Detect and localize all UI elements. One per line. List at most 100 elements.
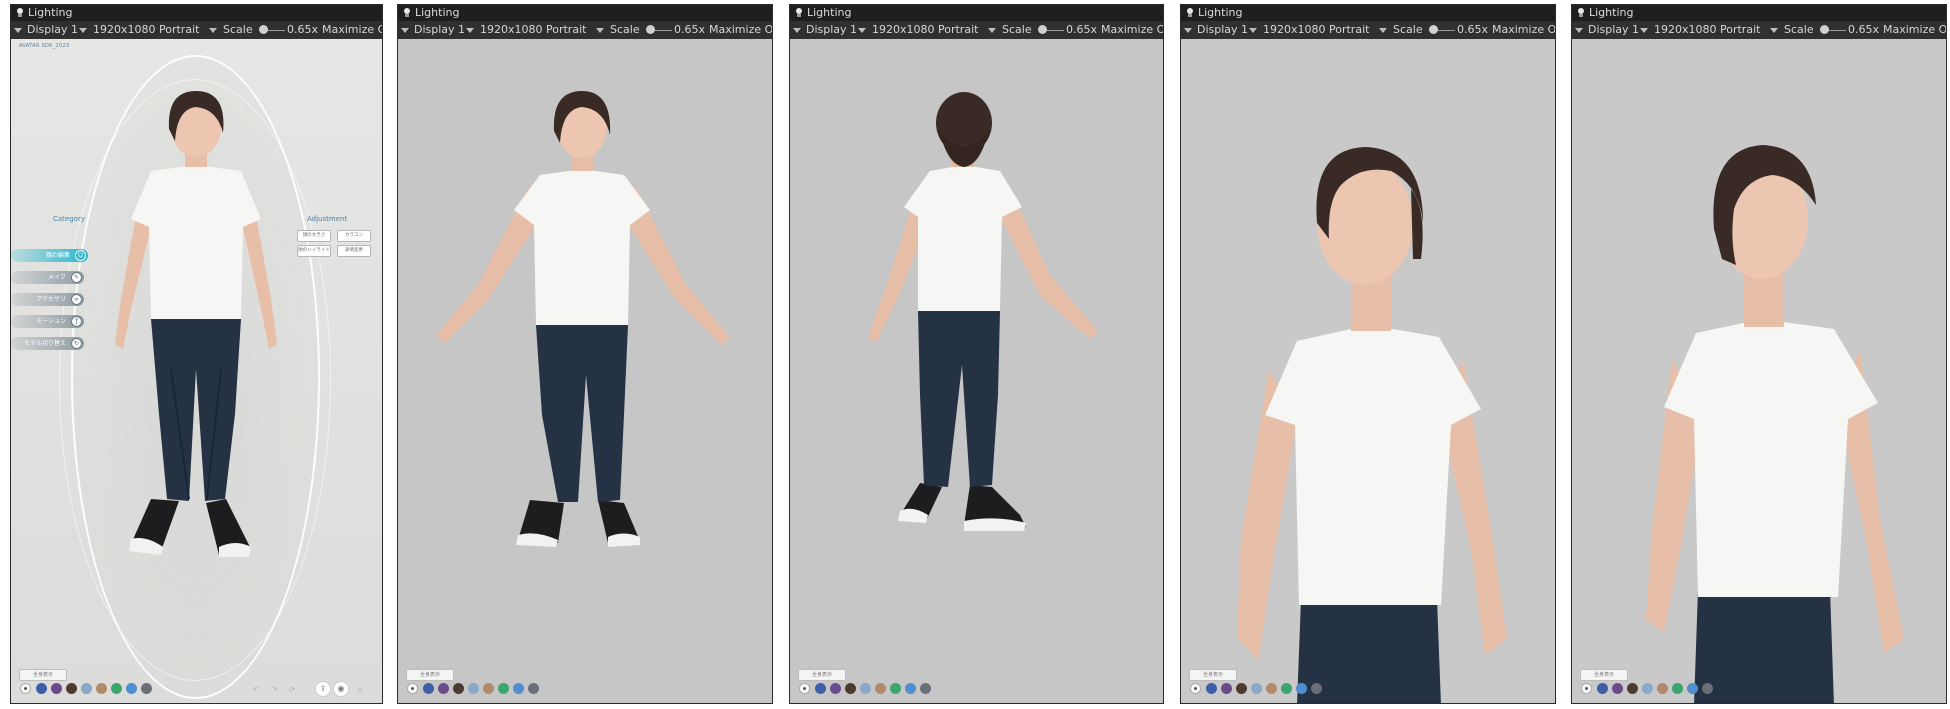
environment-swatch-7[interactable] bbox=[513, 683, 524, 694]
swatch-reset-icon[interactable] bbox=[1190, 683, 1201, 694]
swatch-reset-icon[interactable] bbox=[1581, 683, 1592, 694]
environment-swatch-2[interactable] bbox=[830, 683, 841, 694]
environment-swatch-4[interactable] bbox=[860, 683, 871, 694]
environment-swatch-7[interactable] bbox=[1687, 683, 1698, 694]
environment-swatch-3[interactable] bbox=[66, 683, 77, 694]
scale-slider-knob[interactable] bbox=[1820, 25, 1829, 34]
environment-swatch-4[interactable] bbox=[1642, 683, 1653, 694]
environment-swatch-6[interactable] bbox=[890, 683, 901, 694]
environment-swatch-8[interactable] bbox=[141, 683, 152, 694]
resolution-chevron-down-icon[interactable] bbox=[1379, 28, 1387, 33]
environment-swatch-8[interactable] bbox=[1702, 683, 1713, 694]
environment-swatch-2[interactable] bbox=[51, 683, 62, 694]
environment-swatch-4[interactable] bbox=[81, 683, 92, 694]
environment-swatch-5[interactable] bbox=[1657, 683, 1668, 694]
display-dropdown[interactable]: Display 1 bbox=[1197, 21, 1248, 39]
display-chevron-down-icon[interactable] bbox=[1640, 28, 1648, 33]
adjust-face-highlight-button[interactable]: 顔のハイライト bbox=[297, 245, 331, 257]
menu-face-edit-button[interactable]: 顔の編集 ☺ bbox=[11, 249, 88, 262]
environment-swatch-3[interactable] bbox=[1236, 683, 1247, 694]
resolution-chevron-down-icon[interactable] bbox=[209, 28, 217, 33]
display-chevron-down-icon[interactable] bbox=[79, 28, 87, 33]
menu-accessory-button[interactable]: アクセサリ ∞ bbox=[11, 293, 84, 306]
maximize-on-play-toggle[interactable]: Maximize On P bbox=[1492, 21, 1555, 39]
avatar-figure-front-tpose[interactable] bbox=[418, 75, 754, 695]
resolution-dropdown[interactable]: 1920x1080 Portrait bbox=[93, 21, 199, 39]
environment-swatch-2[interactable] bbox=[438, 683, 449, 694]
resolution-dropdown[interactable]: 1920x1080 Portrait bbox=[1654, 21, 1760, 39]
display-dropdown[interactable]: Display 1 bbox=[27, 21, 78, 39]
adjust-expression-button[interactable]: 表情変更 bbox=[337, 245, 371, 257]
menu-motion-button[interactable]: モーション ƒ bbox=[11, 315, 84, 328]
environment-swatch-6[interactable] bbox=[498, 683, 509, 694]
display-chevron-down-icon[interactable] bbox=[1249, 28, 1257, 33]
environment-swatch-8[interactable] bbox=[1311, 683, 1322, 694]
environment-swatch-6[interactable] bbox=[111, 683, 122, 694]
environment-swatch-3[interactable] bbox=[845, 683, 856, 694]
environment-swatch-4[interactable] bbox=[468, 683, 479, 694]
environment-swatch-7[interactable] bbox=[126, 683, 137, 694]
scale-slider-knob[interactable] bbox=[1038, 25, 1047, 34]
environment-swatch-1[interactable] bbox=[1206, 683, 1217, 694]
avatar-figure-back[interactable] bbox=[860, 75, 1120, 695]
full-body-view-button[interactable]: 全身表示 bbox=[798, 669, 846, 681]
environment-swatch-6[interactable] bbox=[1281, 683, 1292, 694]
scale-slider-knob[interactable] bbox=[259, 25, 268, 34]
menu-arrow-icon[interactable] bbox=[1184, 28, 1192, 33]
environment-swatch-5[interactable] bbox=[96, 683, 107, 694]
environment-swatch-1[interactable] bbox=[36, 683, 47, 694]
full-body-view-button[interactable]: 全身表示 bbox=[1580, 669, 1628, 681]
menu-arrow-icon[interactable] bbox=[14, 28, 22, 33]
resolution-chevron-down-icon[interactable] bbox=[596, 28, 604, 33]
environment-swatch-8[interactable] bbox=[920, 683, 931, 694]
display-dropdown[interactable]: Display 1 bbox=[414, 21, 465, 39]
environment-swatch-6[interactable] bbox=[1672, 683, 1683, 694]
avatar-figure-front[interactable] bbox=[101, 69, 291, 703]
environment-swatch-5[interactable] bbox=[875, 683, 886, 694]
menu-arrow-icon[interactable] bbox=[1575, 28, 1583, 33]
maximize-on-play-toggle[interactable]: Maximize On P bbox=[1101, 21, 1163, 39]
adjust-color-contact-button[interactable]: カラコン bbox=[337, 230, 371, 242]
display-dropdown[interactable]: Display 1 bbox=[806, 21, 857, 39]
swatch-reset-icon[interactable] bbox=[20, 683, 31, 694]
full-body-view-button[interactable]: 全身表示 bbox=[19, 669, 67, 681]
reset-icon[interactable]: ⟳ bbox=[285, 683, 299, 697]
avatar-figure-closeup-left[interactable] bbox=[1201, 119, 1541, 703]
display-chevron-down-icon[interactable] bbox=[858, 28, 866, 33]
maximize-on-play-toggle[interactable]: Maximize On P bbox=[709, 21, 772, 39]
menu-arrow-icon[interactable] bbox=[401, 28, 409, 33]
maximize-on-play-toggle[interactable]: Maximize On P bbox=[1883, 21, 1946, 39]
menu-switch-model-button[interactable]: モデル切り替え ↻ bbox=[11, 337, 84, 350]
undo-icon[interactable]: ↶ bbox=[249, 683, 263, 697]
swatch-reset-icon[interactable] bbox=[799, 683, 810, 694]
environment-swatch-7[interactable] bbox=[905, 683, 916, 694]
environment-swatch-8[interactable] bbox=[528, 683, 539, 694]
home-icon[interactable]: ⌂ bbox=[353, 683, 367, 697]
scale-slider-knob[interactable] bbox=[1429, 25, 1438, 34]
environment-swatch-5[interactable] bbox=[483, 683, 494, 694]
environment-swatch-1[interactable] bbox=[1597, 683, 1608, 694]
resolution-chevron-down-icon[interactable] bbox=[988, 28, 996, 33]
menu-makeup-button[interactable]: メイク ✎ bbox=[11, 271, 84, 284]
maximize-on-play-toggle[interactable]: Maximize On P bbox=[322, 21, 382, 39]
environment-swatch-3[interactable] bbox=[1627, 683, 1638, 694]
resolution-dropdown[interactable]: 1920x1080 Portrait bbox=[480, 21, 586, 39]
adjust-face-size-button[interactable]: 顔の大きさ bbox=[297, 230, 331, 242]
environment-swatch-2[interactable] bbox=[1221, 683, 1232, 694]
resolution-dropdown[interactable]: 1920x1080 Portrait bbox=[872, 21, 978, 39]
environment-swatch-4[interactable] bbox=[1251, 683, 1262, 694]
redo-icon[interactable]: ↷ bbox=[267, 683, 281, 697]
resolution-dropdown[interactable]: 1920x1080 Portrait bbox=[1263, 21, 1369, 39]
display-dropdown[interactable]: Display 1 bbox=[1588, 21, 1639, 39]
avatar-figure-closeup-right[interactable] bbox=[1612, 119, 1932, 703]
environment-swatch-2[interactable] bbox=[1612, 683, 1623, 694]
resolution-chevron-down-icon[interactable] bbox=[1770, 28, 1778, 33]
environment-swatch-5[interactable] bbox=[1266, 683, 1277, 694]
full-body-view-button[interactable]: 全身表示 bbox=[406, 669, 454, 681]
camera-icon[interactable]: ◉ bbox=[333, 681, 349, 697]
display-chevron-down-icon[interactable] bbox=[466, 28, 474, 33]
menu-arrow-icon[interactable] bbox=[793, 28, 801, 33]
environment-swatch-1[interactable] bbox=[815, 683, 826, 694]
share-icon[interactable]: ⇪ bbox=[315, 681, 331, 697]
full-body-view-button[interactable]: 全身表示 bbox=[1189, 669, 1237, 681]
